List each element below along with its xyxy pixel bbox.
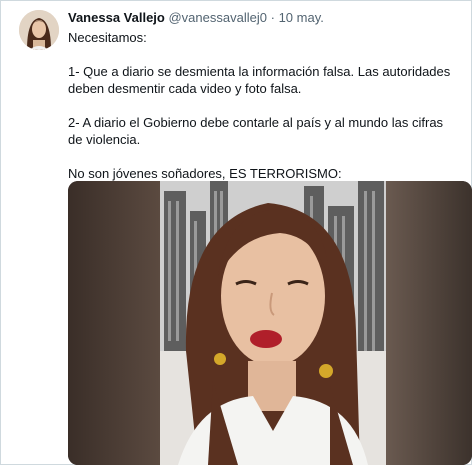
tweet-video[interactable] (68, 181, 472, 465)
profile-photo-icon (19, 10, 59, 50)
tweet-line: 1- Que a diario se desmienta la informac… (68, 64, 451, 96)
tweet-header: Vanessa Vallejo @vanessavallej0 · 10 may… (68, 10, 324, 26)
tweet-date[interactable]: 10 may. (279, 10, 324, 25)
tweet-line: 2- A diario el Gobierno debe contarle al… (68, 115, 444, 147)
author-handle[interactable]: @vanessavallej0 (168, 10, 266, 25)
tweet-line: Necesitamos: (68, 30, 147, 45)
video-still-icon (68, 181, 472, 465)
tweet-text: Necesitamos: 1- Que a diario se desmient… (68, 29, 460, 182)
author-name[interactable]: Vanessa Vallejo (68, 10, 165, 25)
avatar[interactable] (19, 10, 59, 50)
tweet-line: No son jóvenes soñadores, ES TERRORISMO: (68, 166, 342, 181)
header-separator: · (270, 10, 275, 25)
